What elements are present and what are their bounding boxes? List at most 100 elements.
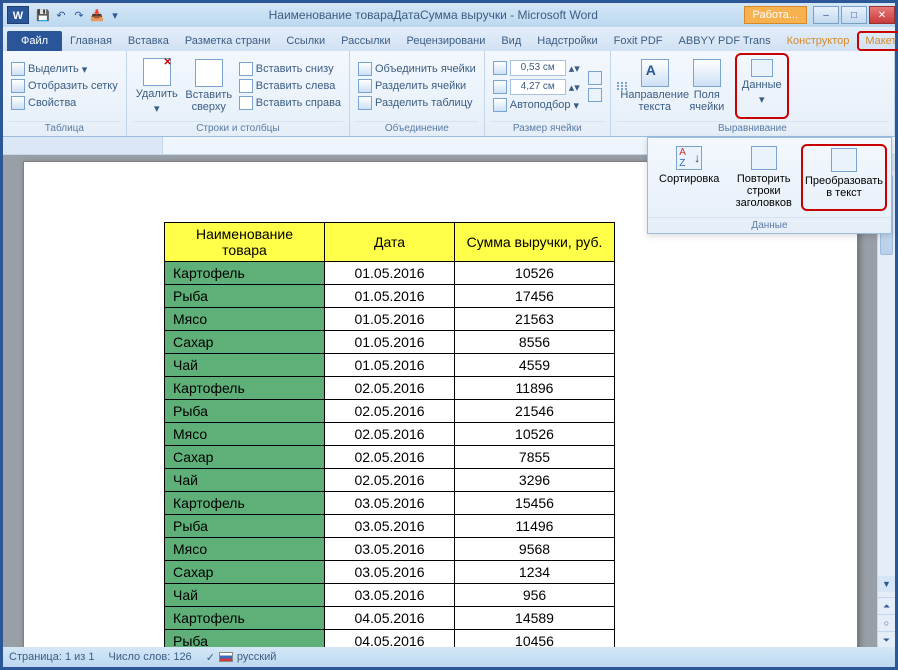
split-cells-button[interactable]: Разделить ячейки	[356, 78, 478, 94]
cell-margins-button[interactable]: Поля ячейки	[683, 53, 731, 119]
sort-button[interactable]: AZ↓ Сортировка	[652, 144, 726, 211]
cell-name[interactable]: Рыба	[165, 400, 325, 423]
qat-open-icon[interactable]: 📥	[89, 7, 105, 23]
table-row[interactable]: Картофель04.05.201614589	[165, 607, 615, 630]
tab-review[interactable]: Рецензировани	[399, 31, 494, 51]
cell-sum[interactable]: 7855	[455, 446, 615, 469]
align-tl-icon[interactable]	[617, 82, 619, 84]
cell-name[interactable]: Картофель	[165, 607, 325, 630]
cell-date[interactable]: 02.05.2016	[325, 446, 455, 469]
cell-date[interactable]: 04.05.2016	[325, 607, 455, 630]
cell-name[interactable]: Сахар	[165, 331, 325, 354]
tab-insert[interactable]: Вставка	[120, 31, 177, 51]
next-page-icon[interactable]: ⏷	[878, 631, 895, 647]
cell-date[interactable]: 03.05.2016	[325, 538, 455, 561]
split-table-button[interactable]: Разделить таблицу	[356, 95, 478, 111]
cell-name[interactable]: Картофель	[165, 262, 325, 285]
tab-foxit[interactable]: Foxit PDF	[606, 31, 671, 51]
table-row[interactable]: Сахар01.05.20168556	[165, 331, 615, 354]
table-row[interactable]: Сахар03.05.20161234	[165, 561, 615, 584]
tab-table-layout[interactable]: Макет	[857, 31, 898, 51]
table-row[interactable]: Мясо03.05.20169568	[165, 538, 615, 561]
cell-sum[interactable]: 956	[455, 584, 615, 607]
cell-name[interactable]: Рыба	[165, 515, 325, 538]
table-header[interactable]: Сумма выручки, руб.	[455, 223, 615, 262]
prev-page-icon[interactable]: ⏶	[878, 597, 895, 614]
cell-date[interactable]: 02.05.2016	[325, 377, 455, 400]
cell-sum[interactable]: 10526	[455, 423, 615, 446]
align-bl-icon[interactable]	[617, 88, 619, 90]
properties-button[interactable]: Свойства	[9, 95, 120, 111]
cell-date[interactable]: 03.05.2016	[325, 584, 455, 607]
cell-name[interactable]: Чай	[165, 469, 325, 492]
tab-layout[interactable]: Разметка страни	[177, 31, 279, 51]
minimize-button[interactable]: –	[813, 6, 839, 24]
select-button[interactable]: Выделить ▾	[9, 61, 120, 77]
data-button[interactable]: Данные ▾	[735, 53, 789, 119]
insert-right-button[interactable]: Вставить справа	[237, 95, 343, 111]
table-row[interactable]: Мясо02.05.201610526	[165, 423, 615, 446]
distribute-rows-button[interactable]	[586, 70, 604, 86]
cell-date[interactable]: 01.05.2016	[325, 262, 455, 285]
table-row[interactable]: Картофель02.05.201611896	[165, 377, 615, 400]
delete-button[interactable]: Удалить▾	[133, 53, 181, 119]
cell-sum[interactable]: 10526	[455, 262, 615, 285]
cell-name[interactable]: Рыба	[165, 285, 325, 308]
convert-to-text-button[interactable]: Преобразовать в текст	[801, 144, 887, 211]
cell-name[interactable]: Сахар	[165, 446, 325, 469]
cell-sum[interactable]: 10456	[455, 630, 615, 648]
cell-name[interactable]: Мясо	[165, 538, 325, 561]
tab-mailings[interactable]: Рассылки	[333, 31, 398, 51]
tab-references[interactable]: Ссылки	[278, 31, 333, 51]
cell-name[interactable]: Рыба	[165, 630, 325, 648]
insert-below-button[interactable]: Вставить снизу	[237, 61, 343, 77]
table-header[interactable]: Наименование товара	[165, 223, 325, 262]
cell-sum[interactable]: 15456	[455, 492, 615, 515]
cell-name[interactable]: Сахар	[165, 561, 325, 584]
cell-sum[interactable]: 21546	[455, 400, 615, 423]
col-width-input[interactable]: 4,27 см ▴▾	[491, 78, 582, 96]
data-table[interactable]: Наименование товараДатаСумма выручки, ру…	[164, 222, 615, 647]
cell-date[interactable]: 02.05.2016	[325, 400, 455, 423]
merge-cells-button[interactable]: Объединить ячейки	[356, 61, 478, 77]
qat-save-icon[interactable]: 💾	[35, 7, 51, 23]
cell-name[interactable]: Мясо	[165, 423, 325, 446]
cell-name[interactable]: Чай	[165, 584, 325, 607]
cell-date[interactable]: 01.05.2016	[325, 285, 455, 308]
cell-date[interactable]: 01.05.2016	[325, 331, 455, 354]
cell-name[interactable]: Картофель	[165, 492, 325, 515]
table-row[interactable]: Картофель01.05.201610526	[165, 262, 615, 285]
cell-sum[interactable]: 8556	[455, 331, 615, 354]
tab-design[interactable]: Конструктор	[779, 31, 858, 51]
autofit-button[interactable]: Автоподбор ▾	[491, 97, 582, 113]
align-ml-icon[interactable]	[617, 85, 619, 87]
close-button[interactable]: ✕	[869, 6, 895, 24]
cell-sum[interactable]: 14589	[455, 607, 615, 630]
qat-dropdown-icon[interactable]: ▾	[107, 7, 123, 23]
align-mr-icon[interactable]	[625, 85, 627, 87]
cell-date[interactable]: 03.05.2016	[325, 515, 455, 538]
align-tr-icon[interactable]	[625, 82, 627, 84]
cell-name[interactable]: Чай	[165, 354, 325, 377]
distribute-cols-button[interactable]	[586, 87, 604, 103]
row-height-input[interactable]: 0,53 см ▴▾	[491, 59, 582, 77]
table-row[interactable]: Рыба03.05.201611496	[165, 515, 615, 538]
cell-sum[interactable]: 1234	[455, 561, 615, 584]
insert-above-button[interactable]: Вставить сверху	[185, 53, 233, 119]
language-indicator[interactable]: ✓русский	[206, 651, 277, 664]
cell-date[interactable]: 01.05.2016	[325, 308, 455, 331]
cell-date[interactable]: 03.05.2016	[325, 561, 455, 584]
tab-addins[interactable]: Надстройки	[529, 31, 605, 51]
table-row[interactable]: Рыба02.05.201621546	[165, 400, 615, 423]
browse-object-icon[interactable]: ○	[878, 614, 895, 631]
cell-sum[interactable]: 9568	[455, 538, 615, 561]
table-row[interactable]: Чай01.05.20164559	[165, 354, 615, 377]
view-gridlines-button[interactable]: Отобразить сетку	[9, 78, 120, 94]
align-mc-icon[interactable]	[621, 85, 623, 87]
text-direction-button[interactable]: AНаправление текста	[631, 53, 679, 119]
table-header[interactable]: Дата	[325, 223, 455, 262]
cell-date[interactable]: 02.05.2016	[325, 469, 455, 492]
cell-sum[interactable]: 11496	[455, 515, 615, 538]
table-row[interactable]: Картофель03.05.201615456	[165, 492, 615, 515]
word-count[interactable]: Число слов: 126	[109, 651, 192, 663]
